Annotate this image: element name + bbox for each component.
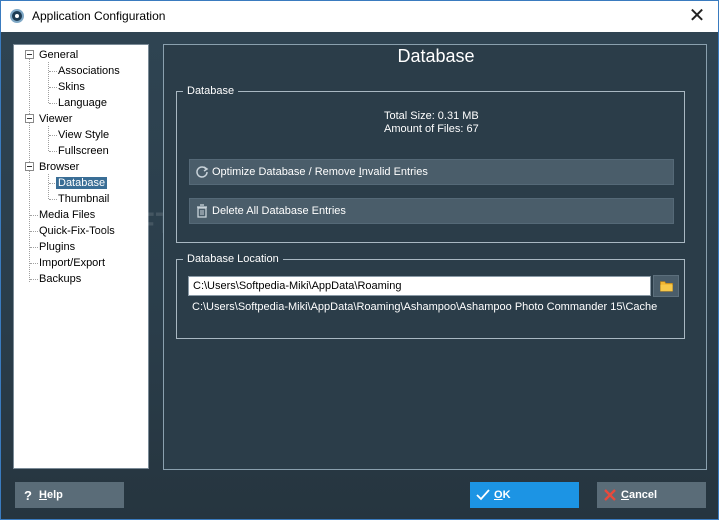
tree-item-backups[interactable]: Backups — [39, 272, 81, 286]
amount-of-files-text: Amount of Files: 67 — [384, 123, 479, 135]
app-icon — [10, 9, 24, 23]
collapse-browser-icon[interactable] — [25, 162, 34, 171]
database-location-label: Database Location — [183, 252, 283, 266]
cancel-button[interactable]: Cancel — [597, 482, 706, 508]
question-icon: ? — [24, 488, 32, 502]
tree-item-view-style[interactable]: View Style — [58, 128, 109, 142]
tree-item-thumbnail[interactable]: Thumbnail — [58, 192, 109, 206]
browse-folder-button[interactable] — [653, 275, 679, 297]
title-bar: Application Configuration ✕ — [1, 1, 718, 32]
collapse-viewer-icon[interactable] — [25, 114, 34, 123]
full-cache-path-text: C:\Users\Softpedia-Miki\AppData\Roaming\… — [192, 301, 658, 313]
tree-item-browser[interactable]: Browser — [39, 160, 79, 174]
total-size-text: Total Size: 0.31 MB — [384, 110, 479, 122]
database-location-input[interactable]: C:\Users\Softpedia-Miki\AppData\Roaming — [188, 276, 651, 296]
tree-item-import-export[interactable]: Import/Export — [39, 256, 105, 270]
refresh-icon — [196, 166, 209, 178]
tree-item-skins[interactable]: Skins — [58, 80, 85, 94]
tree-item-media-files[interactable]: Media Files — [39, 208, 95, 222]
folder-icon — [660, 281, 673, 292]
check-icon — [476, 489, 490, 501]
collapse-general-icon[interactable] — [25, 50, 34, 59]
tree-item-fullscreen[interactable]: Fullscreen — [58, 144, 109, 158]
content-panel: Database Database Total Size: 0.31 MB Am… — [163, 44, 707, 470]
ok-button[interactable]: OK — [470, 482, 579, 508]
cross-icon — [604, 489, 616, 501]
optimize-database-button[interactable]: Optimize Database / Remove Invalid Entri… — [189, 159, 674, 185]
tree-item-associations[interactable]: Associations — [58, 64, 120, 78]
close-icon[interactable]: ✕ — [682, 3, 712, 29]
database-group: Database Total Size: 0.31 MB Amount of F… — [176, 84, 685, 243]
help-button[interactable]: ? Help — [15, 482, 124, 508]
tree-item-database[interactable]: Database — [56, 176, 108, 190]
dialog-body: General Associations Skins Language View… — [1, 32, 718, 519]
database-group-label: Database — [183, 84, 239, 98]
delete-all-entries-button[interactable]: Delete All Database Entries — [189, 198, 674, 224]
application-configuration-window: Application Configuration ✕ General Asso… — [0, 0, 719, 520]
tree-item-language[interactable]: Language — [58, 96, 107, 110]
tree-item-plugins[interactable]: Plugins — [39, 240, 75, 254]
trash-icon — [197, 204, 207, 218]
settings-tree[interactable]: General Associations Skins Language View… — [13, 44, 149, 469]
database-location-group: Database Location C:\Users\Softpedia-Mik… — [176, 252, 685, 339]
tree-item-viewer[interactable]: Viewer — [39, 112, 72, 126]
page-title: Database — [397, 46, 475, 66]
window-title: Application Configuration — [32, 9, 166, 23]
tree-item-general[interactable]: General — [39, 48, 78, 62]
svg-text:?: ? — [24, 488, 32, 502]
